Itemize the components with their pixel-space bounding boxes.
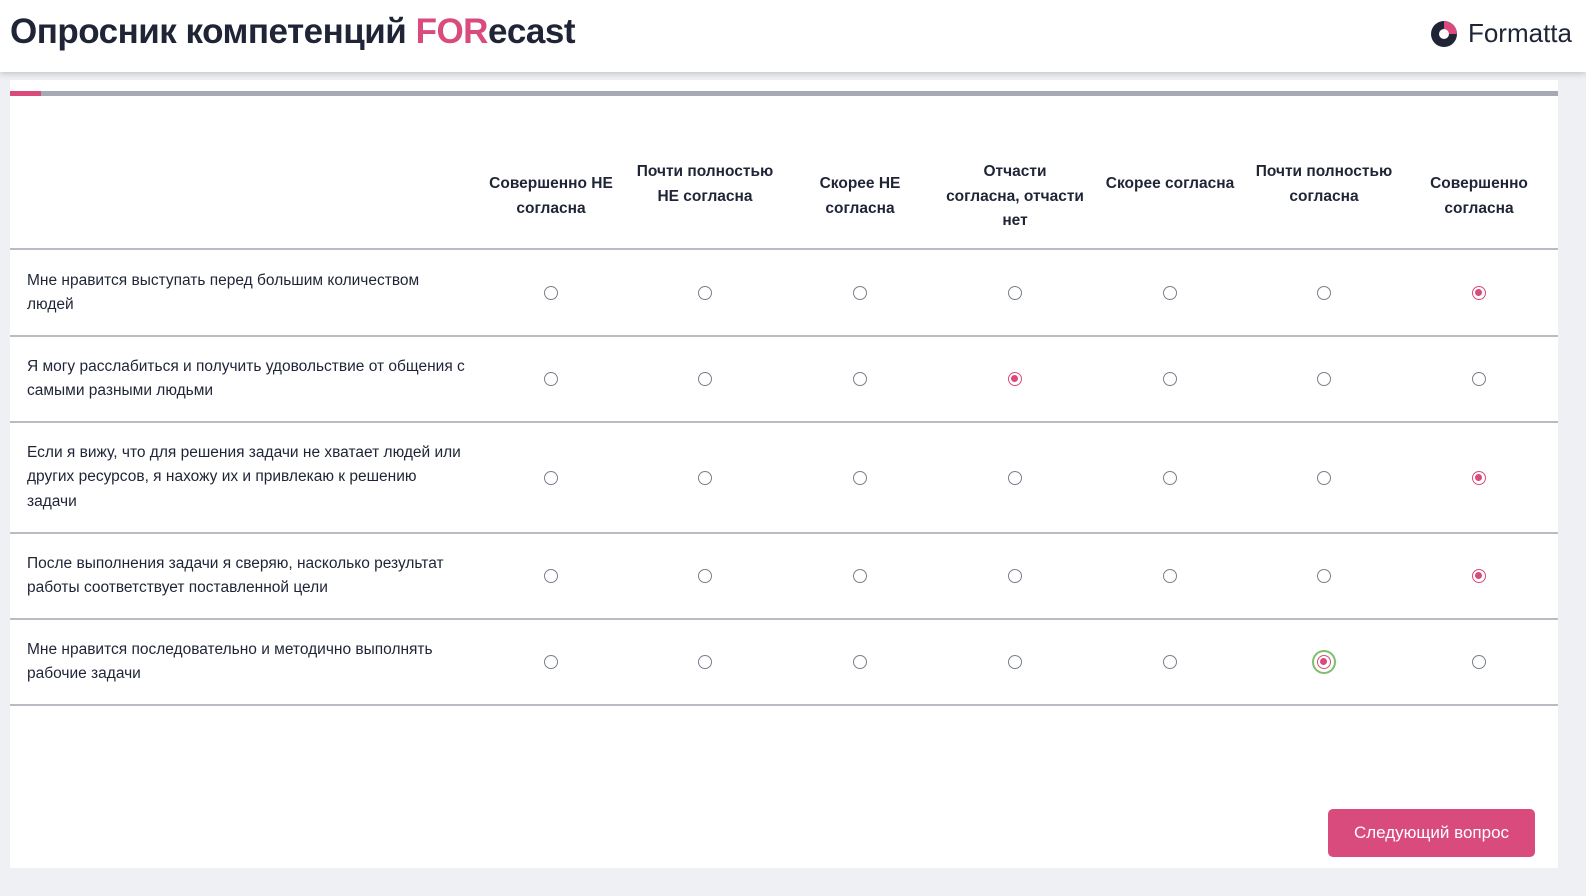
formatta-logo-icon	[1430, 20, 1457, 47]
scale-header-3: Скорее НЕ согласна	[819, 175, 901, 217]
scale-header-2: Почти полностью НЕ согласна	[636, 163, 774, 205]
progress-fill	[10, 91, 41, 96]
answer-radio-5[interactable]	[1163, 655, 1177, 669]
answer-radio-7[interactable]	[1472, 569, 1486, 583]
answer-radio-7[interactable]	[1472, 372, 1486, 386]
question-text: Мне нравится выступать перед большим кол…	[27, 271, 420, 314]
answer-radio-6[interactable]	[1317, 372, 1331, 386]
answer-radio-4[interactable]	[1008, 655, 1022, 669]
answer-radio-2[interactable]	[698, 569, 712, 583]
answer-radio-1[interactable]	[544, 286, 558, 300]
answer-radio-6[interactable]	[1317, 569, 1331, 583]
brand-name: Formatta	[1467, 18, 1572, 48]
answer-radio-4[interactable]	[1008, 569, 1022, 583]
answer-radio-3[interactable]	[853, 286, 867, 300]
scale-header-6: Почти полностью согласна	[1255, 163, 1393, 205]
answer-radio-5[interactable]	[1163, 569, 1177, 583]
answer-radio-7[interactable]	[1472, 470, 1486, 485]
answer-radio-2[interactable]	[698, 470, 712, 485]
question-row: Если я вижу, что для решения задачи не х…	[10, 423, 1558, 534]
answer-radio-7[interactable]	[1472, 286, 1486, 300]
question-row: Мне нравится выступать перед большим кол…	[10, 251, 1558, 337]
answer-radio-3[interactable]	[853, 372, 867, 386]
app-header: Опросник компетенций FORecast Formatta	[0, 0, 1586, 72]
answer-radio-5[interactable]	[1163, 470, 1177, 485]
question-row: После выполнения задачи я сверяю, наскол…	[10, 534, 1558, 620]
question-text: Если я вижу, что для решения задачи не х…	[27, 443, 461, 510]
answer-radio-2[interactable]	[698, 655, 712, 669]
question-row: Мне нравится последовательно и методично…	[10, 620, 1558, 706]
answer-radio-5[interactable]	[1163, 372, 1177, 386]
answer-radio-3[interactable]	[853, 655, 867, 669]
page-title: Опросник компетенций FORecast	[10, 12, 575, 52]
answer-radio-4[interactable]	[1008, 372, 1022, 386]
question-text: Мне нравится последовательно и методично…	[27, 640, 433, 683]
question-text: Я могу расслабиться и получить удовольст…	[27, 357, 465, 400]
answer-radio-6[interactable]	[1317, 655, 1331, 669]
answer-radio-7[interactable]	[1472, 655, 1486, 669]
page-title-rest: ecast	[487, 12, 576, 51]
answer-radio-2[interactable]	[698, 286, 712, 300]
scale-header: Совершенно НЕ согласна Почти полностью НЕ…	[10, 146, 1558, 250]
answer-radio-3[interactable]	[853, 569, 867, 583]
answer-radio-4[interactable]	[1008, 470, 1022, 485]
answer-radio-1[interactable]	[544, 470, 558, 485]
scale-header-1: Совершенно НЕ согласна	[489, 175, 613, 217]
brand-logo: Formatta	[1430, 18, 1572, 49]
question-text: После выполнения задачи я сверяю, наскол…	[27, 554, 444, 597]
question-row: Я могу расслабиться и получить удовольст…	[10, 337, 1558, 423]
answer-radio-1[interactable]	[544, 655, 558, 669]
answer-radio-6[interactable]	[1317, 286, 1331, 300]
scale-header-7: Совершенно согласна	[1430, 175, 1528, 217]
page-title-main: Опросник компетенций	[10, 12, 416, 51]
next-question-button[interactable]: Следующий вопрос	[1328, 809, 1535, 857]
answer-radio-1[interactable]	[544, 372, 558, 386]
answer-radio-6[interactable]	[1317, 470, 1331, 485]
progress-bar	[10, 91, 1558, 96]
answer-radio-5[interactable]	[1163, 286, 1177, 300]
scale-header-4: Отчасти согласна, отчасти нет	[946, 163, 1084, 229]
scale-header-5: Скорее согласна	[1105, 175, 1235, 192]
question-list: Мне нравится выступать перед большим кол…	[10, 251, 1558, 706]
answer-radio-4[interactable]	[1008, 286, 1022, 300]
answer-radio-3[interactable]	[853, 470, 867, 485]
answer-radio-1[interactable]	[544, 569, 558, 583]
answer-radio-2[interactable]	[698, 372, 712, 386]
questionnaire-card: Совершенно НЕ согласна Почти полностью НЕ…	[10, 80, 1558, 868]
page-title-accent: FOR	[415, 12, 489, 51]
